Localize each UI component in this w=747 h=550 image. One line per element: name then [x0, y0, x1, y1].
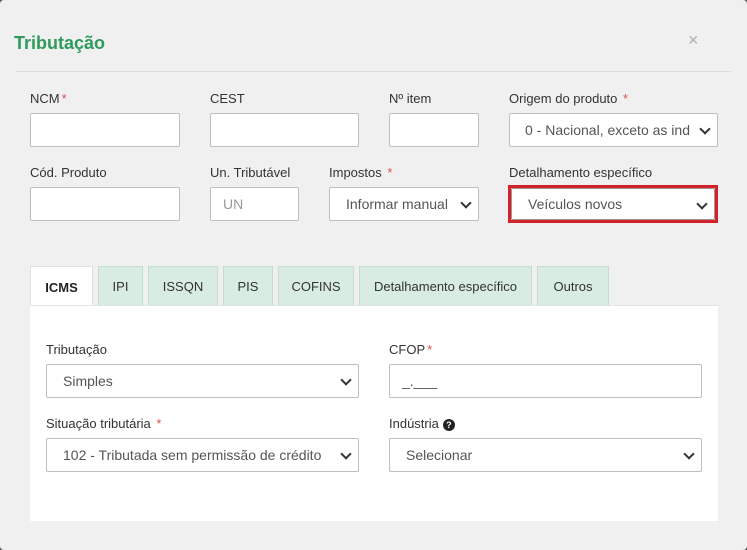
un-tributavel-label: Un. Tributável: [210, 165, 291, 180]
origem-select[interactable]: 0 - Nacional, exceto as ind: [509, 113, 718, 147]
tab-pis[interactable]: PIS: [223, 266, 273, 306]
close-icon[interactable]: ×: [688, 30, 699, 51]
un-tributavel-input[interactable]: UN: [210, 187, 299, 221]
icms-tributacao-select[interactable]: Simples: [46, 364, 359, 398]
origem-value: 0 - Nacional, exceto as ind: [525, 122, 690, 138]
tab-detalhamento[interactable]: Detalhamento específico: [359, 266, 532, 306]
chevron-down-icon: [683, 448, 695, 460]
cest-label: CEST: [210, 91, 245, 106]
item-label: Nº item: [389, 91, 432, 106]
modal-title: Tributação: [14, 33, 106, 53]
detalhamento-label: Detalhamento específico: [509, 165, 653, 180]
situacao-label: Situação tributária *: [46, 416, 162, 431]
item-input[interactable]: [389, 113, 479, 147]
highlight-box: [508, 185, 718, 223]
impostos-select[interactable]: Informar manual: [329, 187, 479, 221]
required-mark: *: [623, 91, 629, 106]
industria-value: Selecionar: [406, 447, 473, 463]
ncm-input[interactable]: [30, 113, 180, 147]
cfop-label: CFOP *: [389, 342, 433, 357]
chevron-down-icon: [460, 197, 472, 209]
tab-cofins[interactable]: COFINS: [278, 266, 354, 306]
required-mark: *: [427, 342, 433, 357]
icms-panel: [30, 305, 718, 521]
ncm-label: NCM *: [30, 91, 67, 106]
industria-select[interactable]: Selecionar: [389, 438, 702, 472]
impostos-value: Informar manual: [346, 196, 448, 212]
tab-ipi[interactable]: IPI: [98, 266, 143, 306]
cod-produto-input[interactable]: [30, 187, 180, 221]
required-mark: *: [156, 416, 162, 431]
situacao-select[interactable]: 102 - Tributada sem permissão de crédito: [46, 438, 359, 472]
tab-outros[interactable]: Outros: [537, 266, 609, 306]
cest-input[interactable]: [210, 113, 359, 147]
situacao-value: 102 - Tributada sem permissão de crédito: [63, 447, 322, 463]
required-mark: *: [387, 165, 393, 180]
chevron-down-icon: [340, 448, 352, 460]
impostos-label: Impostos *: [329, 165, 393, 180]
chevron-down-icon: [340, 374, 352, 386]
chevron-down-icon: [699, 123, 711, 135]
tributacao-modal: Tributação × NCM * CEST Nº item Origem do…: [0, 0, 747, 550]
required-mark: *: [61, 91, 67, 106]
icms-tributacao-value: Simples: [63, 373, 113, 389]
industria-label: Indústria?: [389, 416, 455, 431]
tab-issqn[interactable]: ISSQN: [148, 266, 218, 306]
cfop-input[interactable]: _.___: [389, 364, 702, 398]
icms-tributacao-label: Tributação: [46, 342, 107, 357]
origem-label: Origem do produto *: [509, 91, 629, 106]
cod-produto-label: Cód. Produto: [30, 165, 107, 180]
help-icon[interactable]: ?: [442, 419, 455, 431]
modal-header: [16, 0, 731, 72]
tab-icms[interactable]: ICMS: [30, 266, 93, 307]
